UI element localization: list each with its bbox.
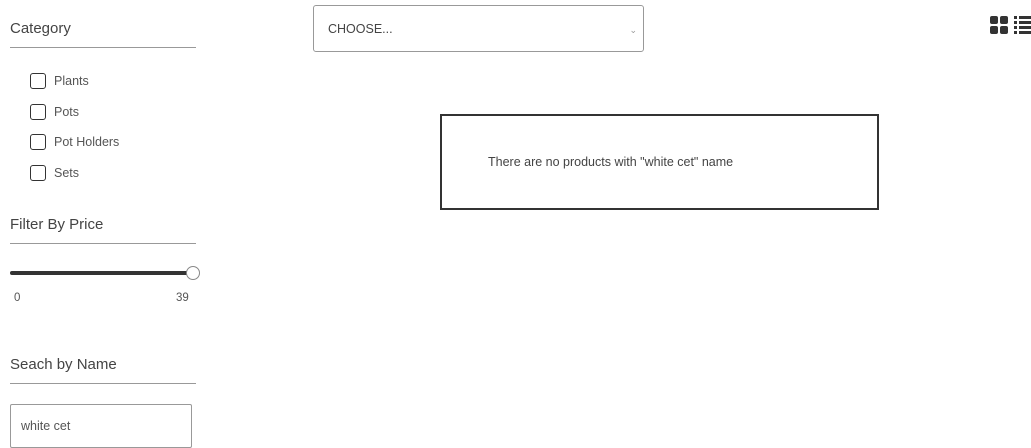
view-toggle [990,16,1031,34]
price-min-label: 0 [14,292,21,304]
price-filter-title: Filter By Price [10,216,196,244]
pot-holders-checkbox[interactable] [30,134,46,151]
price-slider-track[interactable] [10,271,190,275]
category-item-pots[interactable]: Pots [30,97,119,128]
category-label: Pot Holders [54,135,120,150]
grid-view-icon[interactable] [990,16,1008,34]
sort-select-value: CHOOSE... [328,21,393,36]
category-item-pot-holders[interactable]: Pot Holders [30,127,119,158]
list-view-icon[interactable] [1014,16,1031,34]
plants-checkbox[interactable] [30,73,46,90]
search-by-name-title: Seach by Name [10,356,196,384]
pots-checkbox[interactable] [30,103,46,120]
price-slider-handle[interactable] [186,266,200,280]
price-max-label: 39 [176,292,189,304]
category-item-sets[interactable]: Sets [30,158,119,189]
category-list: Plants Pots Pot Holders Sets [30,66,119,188]
sets-checkbox[interactable] [30,164,46,181]
category-label: Pots [54,104,80,119]
empty-results-message: There are no products with "white cet" n… [488,155,734,169]
category-label: Sets [54,165,80,180]
category-label: Plants [54,74,89,89]
sort-select[interactable]: CHOOSE... ⌄ [313,5,644,52]
search-name-input[interactable] [10,404,192,448]
category-item-plants[interactable]: Plants [30,66,119,97]
price-slider[interactable] [10,266,200,280]
category-title: Category [10,20,196,48]
empty-results-message-box: There are no products with "white cet" n… [440,114,879,210]
chevron-down-icon: ⌄ [629,25,637,35]
